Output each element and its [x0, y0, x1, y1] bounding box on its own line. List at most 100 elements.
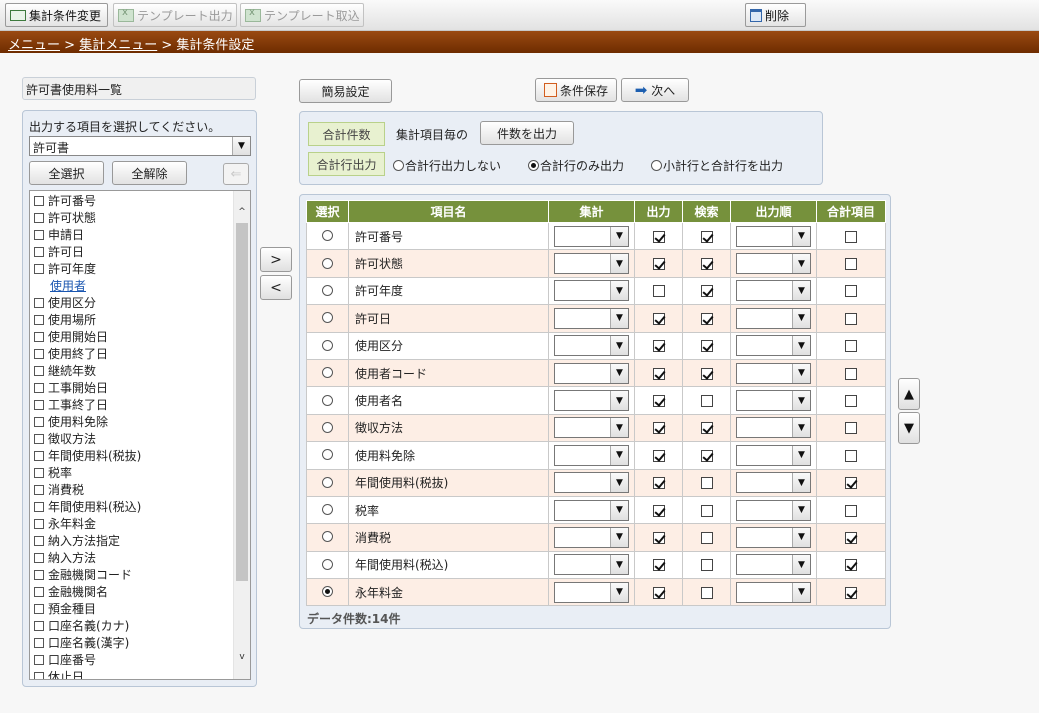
total-item-checkbox[interactable]	[845, 531, 857, 544]
total-item-checkbox[interactable]	[845, 285, 857, 298]
output-order-select[interactable]: ▼	[736, 307, 811, 329]
total-item-checkbox[interactable]	[845, 559, 857, 572]
list-item[interactable]: 使用区分	[30, 295, 233, 312]
search-checkbox[interactable]	[700, 367, 713, 380]
row-select-radio[interactable]	[321, 449, 333, 461]
list-item[interactable]: 使用料免除	[30, 414, 233, 431]
aggregate-select[interactable]: ▼	[554, 253, 629, 275]
list-item[interactable]: 金融機関名	[30, 584, 233, 601]
row-select-radio[interactable]	[321, 504, 333, 516]
list-item[interactable]: 使用者	[30, 278, 233, 295]
aggregate-select[interactable]: ▼	[554, 280, 629, 302]
output-checkbox[interactable]	[652, 422, 665, 435]
radio-button[interactable]	[528, 160, 539, 171]
total-item-checkbox[interactable]	[845, 340, 857, 353]
list-item[interactable]: 納入方法	[30, 550, 233, 567]
field-checkbox[interactable]	[34, 587, 44, 597]
search-checkbox[interactable]	[700, 504, 713, 517]
listbox-scrollbar[interactable]: ^ v	[233, 191, 250, 679]
list-item[interactable]: 工事終了日	[30, 397, 233, 414]
table-row[interactable]: 許可年度 ▼ ▼	[306, 276, 886, 306]
scroll-down-icon[interactable]: v	[234, 649, 250, 665]
table-row[interactable]: 使用料免除 ▼ ▼	[306, 441, 886, 470]
output-order-select[interactable]: ▼	[736, 362, 811, 384]
field-checkbox[interactable]	[34, 468, 44, 478]
search-checkbox[interactable]	[700, 258, 713, 271]
output-checkbox[interactable]	[652, 449, 665, 462]
aggregate-select[interactable]: ▼	[554, 526, 629, 548]
output-order-select[interactable]: ▼	[736, 499, 811, 521]
simple-settings-button[interactable]: 簡易設定	[299, 79, 392, 103]
search-checkbox[interactable]	[700, 312, 713, 325]
output-order-select[interactable]: ▼	[736, 444, 811, 466]
table-row[interactable]: 税率 ▼ ▼	[306, 495, 886, 525]
total-item-checkbox[interactable]	[845, 422, 857, 435]
field-checkbox[interactable]	[34, 451, 44, 461]
list-item[interactable]: 年間使用料(税込)	[30, 499, 233, 516]
output-order-select[interactable]: ▼	[736, 335, 811, 357]
table-row[interactable]: 使用者コード ▼ ▼	[306, 358, 886, 388]
aggregate-select[interactable]: ▼	[554, 417, 629, 439]
radio-button[interactable]	[393, 160, 404, 171]
search-checkbox[interactable]	[700, 477, 713, 490]
list-item[interactable]: 消費税	[30, 482, 233, 499]
field-checkbox[interactable]	[34, 672, 44, 679]
total-item-checkbox[interactable]	[845, 395, 857, 408]
search-checkbox[interactable]	[700, 586, 713, 599]
add-field-button[interactable]: >	[260, 247, 292, 272]
output-checkbox[interactable]	[652, 531, 665, 544]
table-row[interactable]: 使用者名 ▼ ▼	[306, 386, 886, 415]
aggregate-select[interactable]: ▼	[554, 499, 629, 521]
aggregate-select[interactable]: ▼	[554, 472, 629, 494]
list-item[interactable]: 許可日	[30, 244, 233, 261]
list-item[interactable]: 使用場所	[30, 312, 233, 329]
list-item[interactable]: 許可状態	[30, 210, 233, 227]
field-checkbox[interactable]	[34, 570, 44, 580]
output-order-select[interactable]: ▼	[736, 526, 811, 548]
total-item-checkbox[interactable]	[845, 504, 857, 517]
field-checkbox[interactable]	[34, 230, 44, 240]
list-item[interactable]: 永年料金	[30, 516, 233, 533]
search-checkbox[interactable]	[700, 559, 713, 572]
field-checkbox[interactable]	[34, 247, 44, 257]
output-order-select[interactable]: ▼	[736, 280, 811, 302]
row-select-radio[interactable]	[321, 476, 333, 488]
list-item[interactable]: 税率	[30, 465, 233, 482]
list-item[interactable]: 徴収方法	[30, 431, 233, 448]
output-order-select[interactable]: ▼	[736, 581, 811, 603]
next-button[interactable]: ➡ 次へ	[621, 78, 689, 102]
list-item[interactable]: 許可番号	[30, 193, 233, 210]
field-checkbox[interactable]	[34, 434, 44, 444]
radio-subtotal[interactable]: 小計行と合計行を出力	[651, 157, 783, 174]
row-select-radio[interactable]	[321, 531, 333, 543]
total-item-checkbox[interactable]	[845, 367, 857, 380]
search-checkbox[interactable]	[700, 531, 713, 544]
template-import-button[interactable]: テンプレート取込	[240, 3, 364, 27]
remove-field-button[interactable]: <	[260, 275, 292, 300]
aggregate-select[interactable]: ▼	[554, 444, 629, 466]
output-order-select[interactable]: ▼	[736, 390, 811, 412]
field-checkbox[interactable]	[34, 400, 44, 410]
field-checkbox[interactable]	[34, 621, 44, 631]
delete-button[interactable]: 削除	[745, 3, 806, 27]
field-checkbox[interactable]	[34, 383, 44, 393]
move-down-button[interactable]: ▼	[898, 412, 920, 444]
field-checkbox[interactable]	[34, 264, 44, 274]
move-up-button[interactable]: ▲	[898, 378, 920, 410]
output-checkbox[interactable]	[652, 559, 665, 572]
table-row[interactable]: 年間使用料(税込) ▼ ▼	[306, 550, 886, 580]
scroll-thumb[interactable]	[236, 223, 248, 581]
list-item[interactable]: 口座名義(漢字)	[30, 635, 233, 652]
count-output-button[interactable]: 件数を出力	[480, 121, 574, 145]
aggregate-select[interactable]: ▼	[554, 307, 629, 329]
field-checkbox[interactable]	[34, 502, 44, 512]
total-item-checkbox[interactable]	[845, 312, 857, 325]
scroll-up-icon[interactable]: ^	[234, 204, 250, 220]
output-checkbox[interactable]	[652, 312, 665, 325]
list-item[interactable]: 使用終了日	[30, 346, 233, 363]
list-item[interactable]: 納入方法指定	[30, 533, 233, 550]
deselect-all-button[interactable]: 全解除	[112, 161, 187, 185]
field-checkbox[interactable]	[34, 213, 44, 223]
aggregate-select[interactable]: ▼	[554, 581, 629, 603]
row-select-radio[interactable]	[321, 558, 333, 570]
